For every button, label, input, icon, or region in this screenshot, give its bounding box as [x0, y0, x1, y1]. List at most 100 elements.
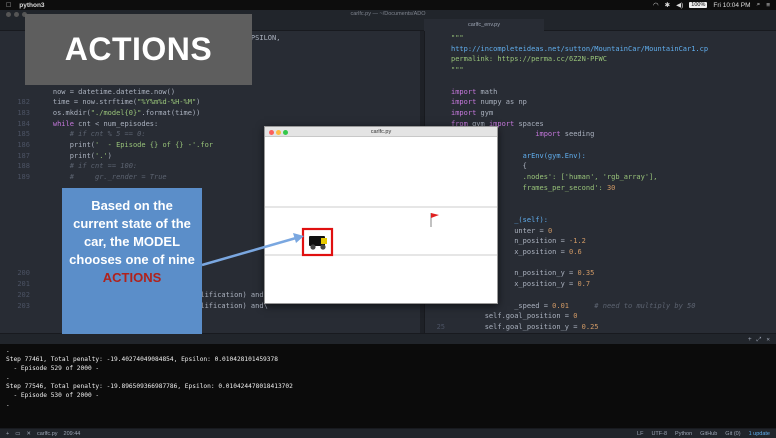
code-text[interactable]: # if cnt % 5 == 0: [36, 129, 146, 139]
code-token: # if cnt == 100: [36, 162, 138, 171]
code-text[interactable]: # gr._render = True [36, 172, 167, 182]
code-token: # need to multiply by 50 [569, 301, 696, 310]
code-text[interactable]: while cnt < num_episodes: [36, 119, 158, 129]
code-token: cnt < num_episodes: [73, 119, 159, 128]
code-token: import [451, 108, 477, 117]
game-window[interactable]: carlfc.py [264, 126, 498, 304]
code-token: 0.25 [581, 322, 599, 331]
code-text[interactable]: permalink: https://perma.cc/6Z2N-PFWC [451, 54, 607, 64]
status-bar: + ▭ ✕ carlfc.py 209:44 LF UTF-8 Python G… [0, 428, 776, 438]
code-token: 0 [573, 312, 578, 321]
wifi-icon[interactable]: ◠ [653, 1, 659, 9]
terminal-header: + ⤢ ✕ [0, 333, 776, 344]
status-cursor-position[interactable]: 209:44 [64, 431, 81, 437]
code-token: self.goal_position_y = [451, 322, 582, 331]
add-icon[interactable]: + [6, 431, 9, 437]
code-token: 0 [547, 226, 553, 235]
code-token: -1.2 [569, 237, 586, 246]
code-text[interactable]: print('.') [36, 151, 112, 161]
code-text[interactable]: import numpy as np [451, 97, 527, 107]
line-number[interactable]: 185 [0, 129, 30, 139]
code-text[interactable]: now = datetime.datetime.now() [36, 87, 175, 97]
line-number[interactable]: 200 [0, 268, 30, 278]
code-text[interactable]: # if cnt == 100: [36, 161, 137, 171]
code-token: while [52, 119, 74, 128]
terminal-add-icon[interactable]: + [748, 336, 752, 344]
line-number[interactable]: 189 [0, 172, 30, 182]
code-token: now = datetime.datetime.now() [36, 87, 176, 96]
code-text[interactable]: self.goal_position = 0 [451, 311, 578, 321]
code-text[interactable]: self.goal_position_y = 0.25 [451, 322, 599, 332]
code-token: .format(time)) [141, 108, 201, 117]
status-grammar[interactable]: Python [675, 431, 692, 437]
code-token: "%Y%m%d-%H-%M" [137, 98, 197, 107]
status-update[interactable]: 1 update [749, 431, 770, 437]
car-icon [309, 236, 327, 250]
code-text[interactable]: import gym [451, 108, 493, 118]
status-file[interactable]: carlfc.py [37, 431, 57, 437]
terminal-line: Step 77546, Total penalty: -19.896509366… [6, 383, 293, 390]
code-text[interactable]: http://incompleteideas.net/sutton/Mounta… [451, 44, 708, 54]
code-token: """ [451, 66, 464, 75]
folder-icon[interactable]: ▭ [15, 431, 20, 437]
menu-bar:  python3 ◠ ✱ ◀) 100% Fri 10:04 PM ⌕ ≡ [0, 0, 776, 10]
code-text[interactable]: time = now.strftime("%Y%m%d-%H-%M") [36, 97, 201, 107]
game-window-title-bar: carlfc.py [265, 127, 497, 137]
code-token: 0.6 [569, 248, 582, 256]
callout-text: Based on the current state of the car, t… [69, 198, 195, 267]
code-token: 0.35 [577, 269, 595, 278]
app-name[interactable]: python3 [19, 2, 44, 9]
volume-icon[interactable]: ◀) [676, 1, 683, 9]
code-token: ) [196, 98, 201, 107]
line-number[interactable]: 186 [0, 140, 30, 150]
line-number[interactable]: 203 [0, 301, 30, 311]
game-close-button[interactable] [269, 129, 274, 135]
terminal-line: - Episode 529 of 2000 - [6, 365, 100, 372]
actions-banner: ACTIONS [25, 14, 252, 85]
tab-carlfc-env[interactable]: carlfc_env.py [424, 19, 544, 31]
minimize-window-button[interactable] [14, 12, 19, 17]
status-encoding[interactable]: UTF-8 [651, 431, 667, 437]
line-number[interactable]: 188 [0, 161, 30, 171]
code-text[interactable]: print(' - Episode {} of {} -'.for [36, 140, 213, 150]
code-token: # if cnt % 5 == 0: [36, 130, 146, 139]
menu-icon[interactable]: ≡ [766, 2, 770, 9]
code-text[interactable]: os.mkdir("./model{0}".format(time)) [36, 108, 201, 118]
line-number[interactable]: 25 [425, 322, 445, 332]
code-token: '.' [95, 151, 108, 160]
terminal-output[interactable]: . Step 77461, Total penalty: -19.40274049… [0, 344, 776, 428]
apple-icon[interactable]:  [6, 2, 11, 9]
line-number[interactable]: 182 [0, 97, 30, 107]
clock[interactable]: Fri 10:04 PM [713, 2, 750, 9]
code-token: math [476, 87, 498, 96]
code-token: spaces [514, 119, 544, 128]
game-zoom-button[interactable] [283, 129, 288, 135]
close-window-button[interactable] [6, 12, 11, 17]
line-number[interactable]: 183 [0, 108, 30, 118]
code-text[interactable]: """ [451, 65, 464, 75]
code-token: "./model{0}" [90, 108, 142, 117]
code-text[interactable]: import math [451, 87, 497, 97]
line-number[interactable]: 184 [0, 119, 30, 129]
code-token: gym [476, 108, 494, 117]
close-icon[interactable]: ✕ [26, 431, 31, 437]
terminal-close-icon[interactable]: ✕ [766, 336, 770, 344]
status-github[interactable]: GitHub [700, 431, 717, 437]
line-number[interactable]: 202 [0, 290, 30, 300]
bluetooth-icon[interactable]: ✱ [665, 1, 670, 9]
status-git[interactable]: Git (0) [725, 431, 740, 437]
code-text[interactable]: """ [451, 33, 464, 43]
line-number[interactable]: 187 [0, 151, 30, 161]
line-number[interactable]: 201 [0, 279, 30, 289]
code-token: import [451, 87, 477, 96]
window-title: carlfc.py — ~/Documents/ADO [350, 11, 426, 17]
game-minimize-button[interactable] [276, 129, 281, 135]
code-token: ' - Episode {} of {} -'.for [95, 141, 214, 149]
terminal-maximize-icon[interactable]: ⤢ [757, 336, 762, 344]
battery-indicator[interactable]: 100% [689, 2, 708, 8]
status-line-ending[interactable]: LF [637, 431, 643, 437]
callout-highlight: ACTIONS [102, 270, 162, 285]
code-token: # gr._render = True [36, 173, 167, 182]
search-icon[interactable]: ⌕ [757, 1, 761, 9]
